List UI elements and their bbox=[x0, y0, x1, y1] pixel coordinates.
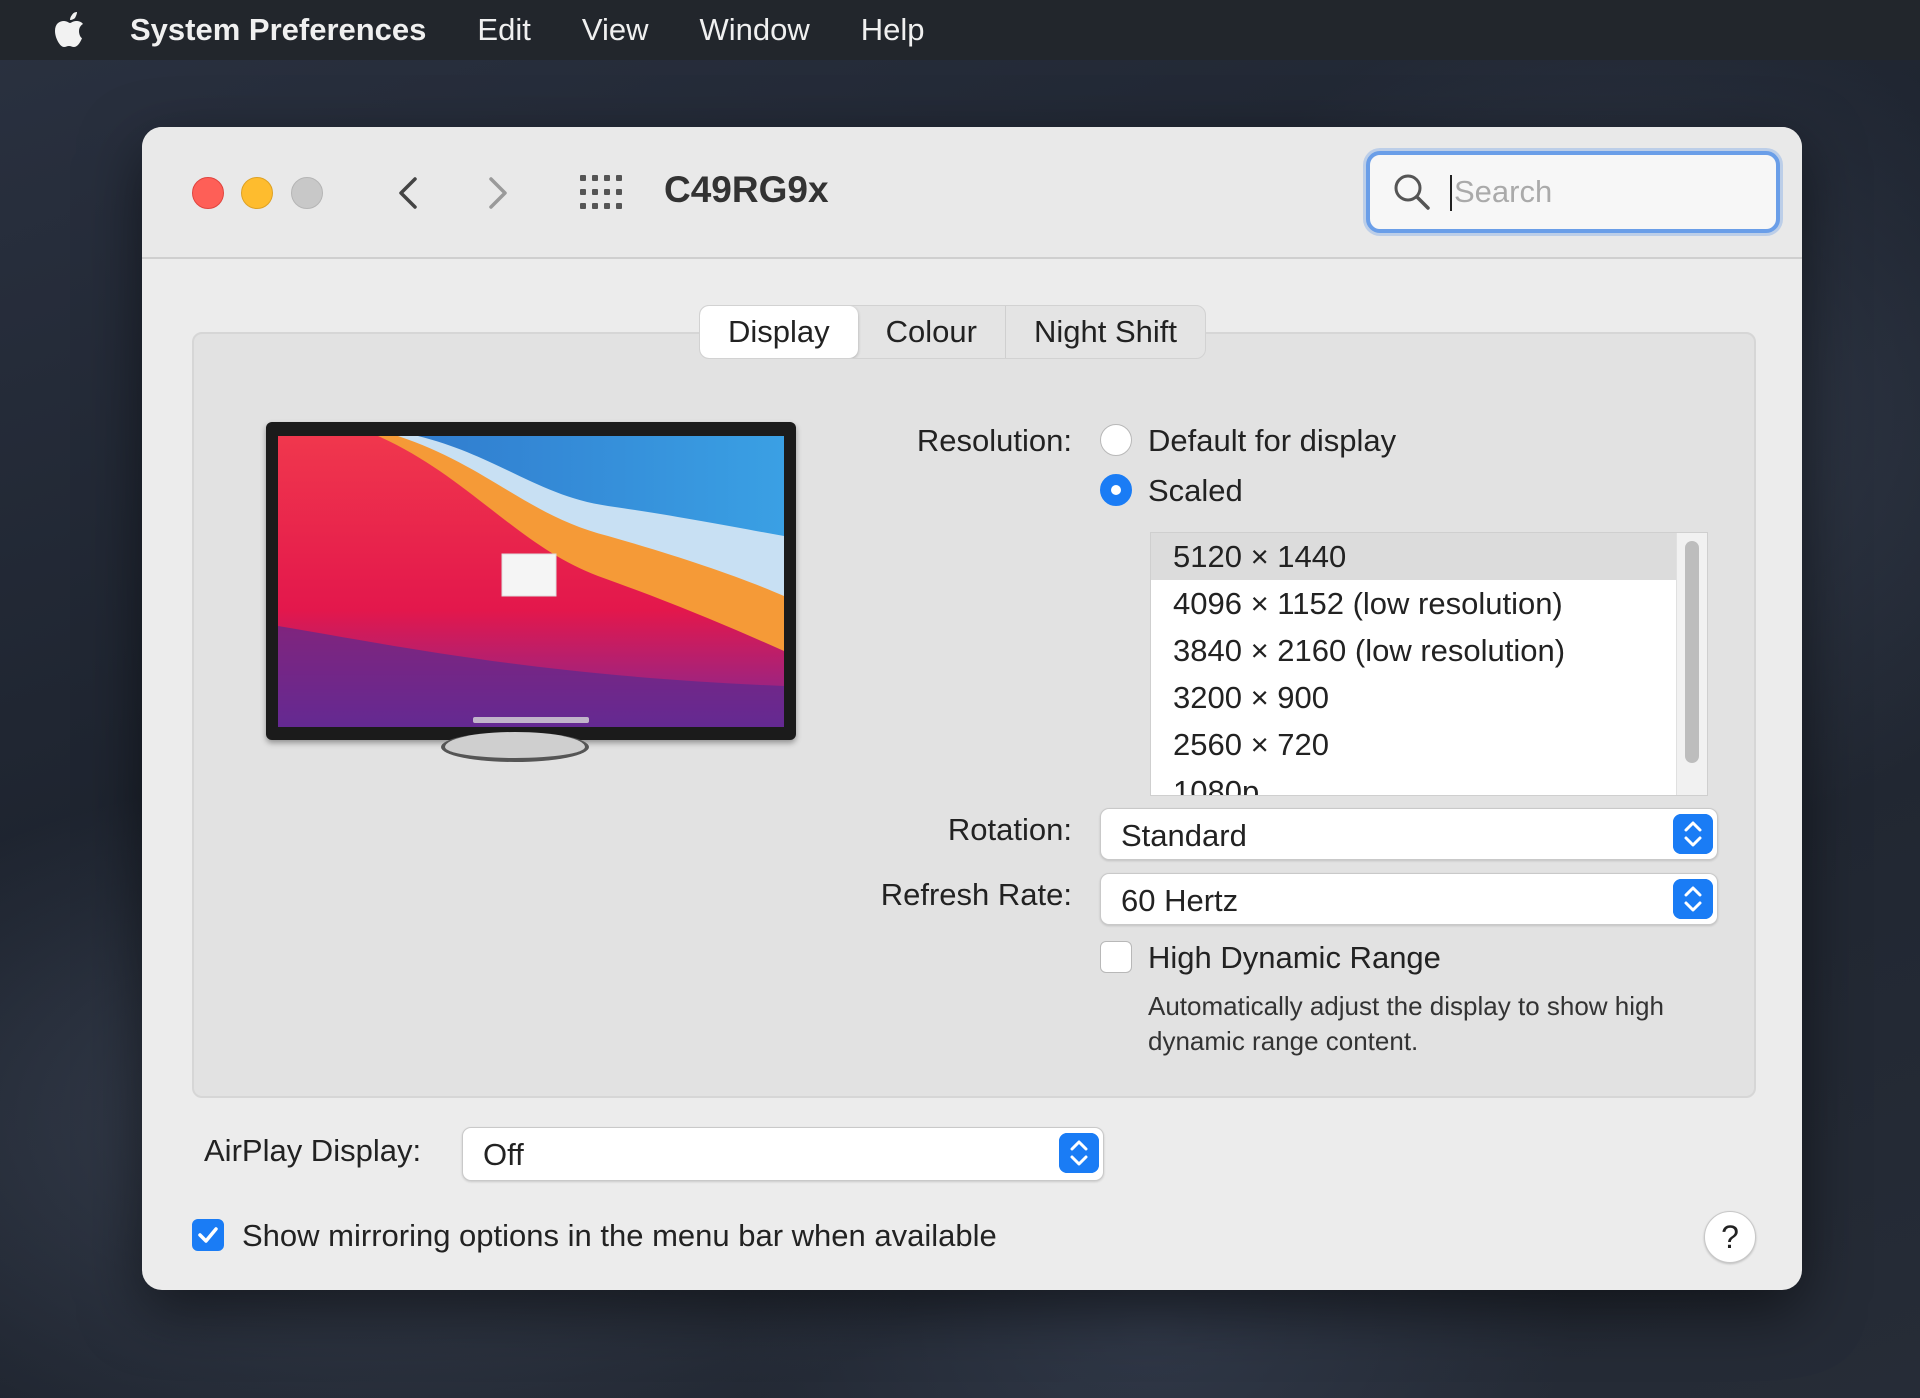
hdr-description: Automatically adjust the display to show… bbox=[1148, 991, 1664, 1056]
search-field[interactable]: Search bbox=[1366, 151, 1780, 233]
option-default-for-display[interactable]: Default for display bbox=[1148, 423, 1396, 459]
radio-default-for-display[interactable] bbox=[1100, 424, 1132, 456]
resolution-item[interactable]: 5120 × 1440 bbox=[1151, 533, 1707, 580]
scrollbar-thumb[interactable] bbox=[1685, 541, 1699, 763]
minimize-button[interactable] bbox=[241, 177, 273, 209]
window-toolbar: C49RG9x Search bbox=[142, 127, 1802, 259]
tab-display[interactable]: Display bbox=[700, 306, 858, 358]
hdr-label[interactable]: High Dynamic Range bbox=[1148, 940, 1441, 976]
help-button[interactable]: ? bbox=[1704, 1211, 1756, 1263]
monitor-image bbox=[266, 422, 796, 740]
resolution-item[interactable]: 4096 × 1152 (low resolution) bbox=[1151, 580, 1707, 627]
resolution-label: Resolution: bbox=[916, 423, 1072, 458]
stepper-chevrons-icon bbox=[1673, 814, 1713, 854]
resolution-item[interactable]: 3840 × 2160 (low resolution) bbox=[1151, 627, 1707, 674]
back-arrow-icon[interactable] bbox=[387, 169, 431, 217]
resolution-item[interactable]: 1080p bbox=[1151, 768, 1707, 795]
window-title: C49RG9x bbox=[664, 169, 829, 210]
rotation-value: Standard bbox=[1121, 818, 1247, 853]
airplay-value: Off bbox=[483, 1137, 524, 1172]
refresh-rate-label: Refresh Rate: bbox=[880, 877, 1072, 912]
close-button[interactable] bbox=[192, 177, 224, 209]
preferences-window: C49RG9x Search Display Colour Night Shif… bbox=[142, 127, 1802, 1290]
resolution-item[interactable]: 3200 × 900 bbox=[1151, 674, 1707, 721]
option-scaled[interactable]: Scaled bbox=[1148, 473, 1243, 509]
refresh-rate-value: 60 Hertz bbox=[1121, 883, 1239, 918]
menu-help[interactable]: Help bbox=[861, 12, 925, 48]
forward-arrow-icon[interactable] bbox=[475, 169, 519, 217]
monitor-stand bbox=[441, 732, 589, 762]
rotation-popup[interactable]: Standard bbox=[1100, 808, 1718, 860]
tab-colour[interactable]: Colour bbox=[858, 306, 1006, 358]
airplay-popup[interactable]: Off bbox=[462, 1127, 1104, 1181]
zoom-button[interactable] bbox=[291, 177, 323, 209]
menu-view[interactable]: View bbox=[582, 12, 649, 48]
search-icon bbox=[1394, 174, 1430, 210]
refresh-rate-popup[interactable]: 60 Hertz bbox=[1100, 873, 1718, 925]
mirroring-checkbox[interactable] bbox=[192, 1219, 224, 1251]
apple-logo-icon[interactable] bbox=[52, 9, 92, 51]
menu-window[interactable]: Window bbox=[699, 12, 809, 48]
search-placeholder: Search bbox=[1454, 174, 1553, 209]
resolution-scrollbar[interactable] bbox=[1676, 533, 1707, 795]
resolution-item[interactable]: 2560 × 720 bbox=[1151, 721, 1707, 768]
stepper-chevrons-icon bbox=[1059, 1133, 1099, 1173]
airplay-label: AirPlay Display: bbox=[204, 1133, 422, 1168]
resolution-list[interactable]: 5120 × 1440 4096 × 1152 (low resolution)… bbox=[1150, 532, 1708, 796]
menu-edit[interactable]: Edit bbox=[477, 12, 530, 48]
hdr-checkbox[interactable] bbox=[1100, 941, 1132, 973]
checkmark-icon bbox=[198, 1227, 218, 1243]
mirroring-label[interactable]: Show mirroring options in the menu bar w… bbox=[242, 1218, 997, 1254]
menu-app-name[interactable]: System Preferences bbox=[130, 12, 426, 48]
menu-bar: System Preferences Edit View Window Help bbox=[0, 0, 1920, 60]
radio-scaled[interactable] bbox=[1100, 474, 1132, 506]
text-caret bbox=[1450, 175, 1452, 211]
tab-night-shift[interactable]: Night Shift bbox=[1006, 306, 1205, 358]
rotation-label: Rotation: bbox=[947, 812, 1072, 847]
monitor-wallpaper bbox=[278, 436, 784, 727]
stepper-chevrons-icon bbox=[1673, 879, 1713, 919]
tab-bar: Display Colour Night Shift bbox=[699, 305, 1206, 359]
show-all-grid-icon[interactable] bbox=[578, 172, 624, 212]
